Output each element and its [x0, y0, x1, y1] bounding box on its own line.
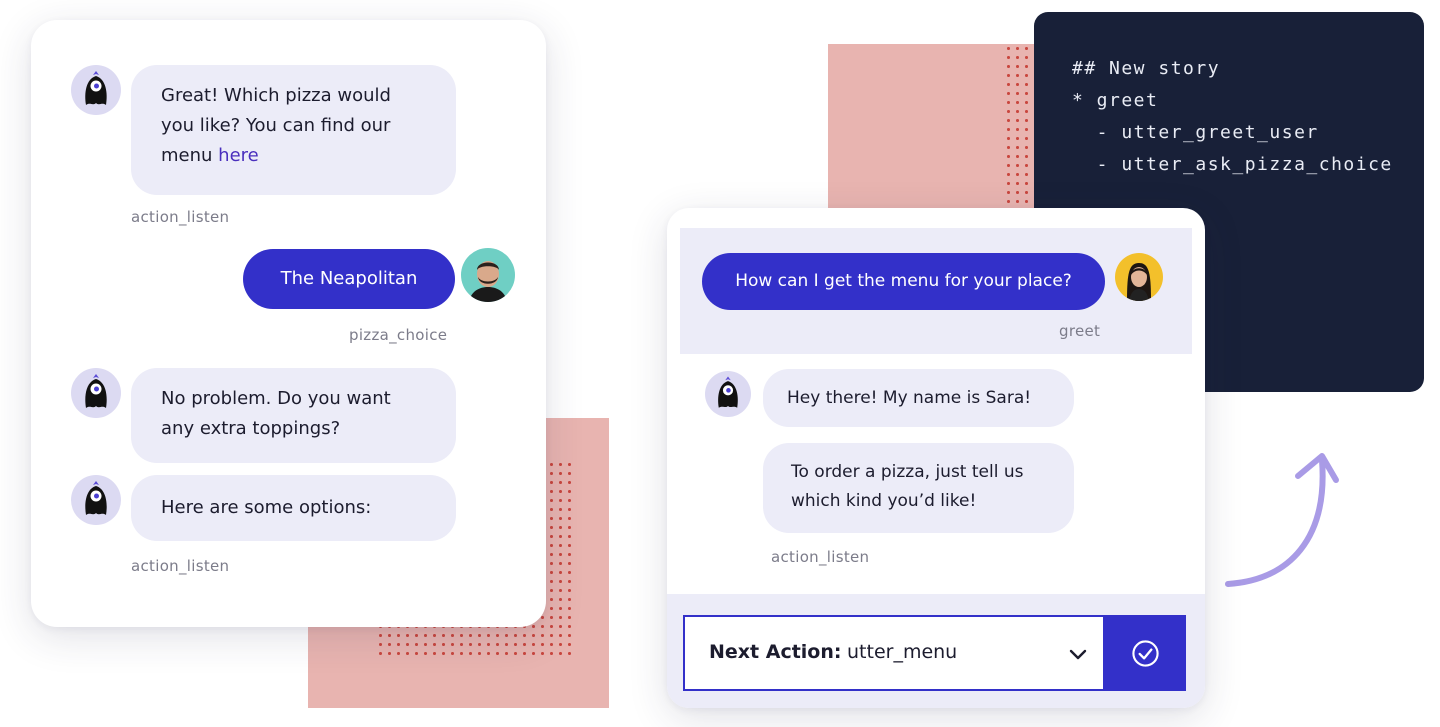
confirm-action-button[interactable]	[1105, 615, 1186, 691]
bot-message-bubble: No problem. Do you want any extra toppin…	[131, 368, 456, 463]
bot-avatar	[705, 371, 751, 417]
right-chat-card: How can I get the menu for your place? g…	[667, 208, 1205, 708]
bot-avatar	[71, 65, 121, 115]
user-message-bubble: The Neapolitan	[243, 249, 455, 309]
decorative-dots-top	[1004, 44, 1034, 209]
bot-message-text: Hey there! My name is Sara!	[787, 388, 1032, 408]
bot-message-text: Great! Which pizza would you like? You c…	[161, 85, 391, 166]
user-avatar-male	[469, 261, 507, 302]
curved-arrow-icon	[1225, 453, 1339, 587]
user-message-bubble: How can I get the menu for your place?	[702, 253, 1105, 310]
action-label: action_listen	[131, 208, 230, 226]
check-circle-icon	[1132, 640, 1159, 667]
user-avatar-female	[1127, 263, 1151, 301]
intent-label: pizza_choice	[349, 326, 448, 344]
code-line: * greet	[1072, 90, 1159, 111]
next-action-label: Next Action:	[709, 641, 842, 663]
bot-mascot-icon	[718, 376, 738, 408]
next-action-select[interactable]: Next Action: utter_menu	[683, 615, 1105, 691]
bot-message-bubble: To order a pizza, just tell us which kin…	[763, 443, 1074, 533]
code-line: - utter_ask_pizza_choice	[1072, 154, 1393, 175]
intent-label: greet	[1059, 322, 1101, 340]
left-chat-card: Great! Which pizza would you like? You c…	[31, 20, 546, 627]
bot-message-bubble: Here are some options:	[131, 475, 456, 541]
user-message-text: The Neapolitan	[280, 268, 418, 289]
action-label: action_listen	[131, 557, 230, 575]
action-label: action_listen	[771, 548, 870, 566]
bot-message-bubble: Great! Which pizza would you like? You c…	[131, 65, 456, 195]
bot-message-text: No problem. Do you want any extra toppin…	[161, 388, 391, 439]
next-action-value: utter_menu	[847, 641, 958, 663]
bot-avatar	[71, 475, 121, 525]
bot-message-text: Here are some options:	[161, 497, 372, 518]
user-avatar	[461, 248, 515, 302]
chevron-down-icon	[1069, 649, 1087, 660]
code-line: ## New story	[1072, 58, 1221, 79]
code-line: - utter_greet_user	[1072, 122, 1319, 143]
bot-mascot-icon	[85, 481, 107, 515]
bot-message-text: To order a pizza, just tell us which kin…	[791, 462, 1024, 511]
user-avatar	[1115, 253, 1163, 301]
user-message-text: How can I get the menu for your place?	[735, 271, 1072, 291]
bot-mascot-icon	[85, 71, 107, 105]
bot-message-bubble: Hey there! My name is Sara!	[763, 369, 1074, 427]
menu-link[interactable]: here	[218, 145, 259, 166]
bot-mascot-icon	[85, 374, 107, 408]
bot-avatar	[71, 368, 121, 418]
